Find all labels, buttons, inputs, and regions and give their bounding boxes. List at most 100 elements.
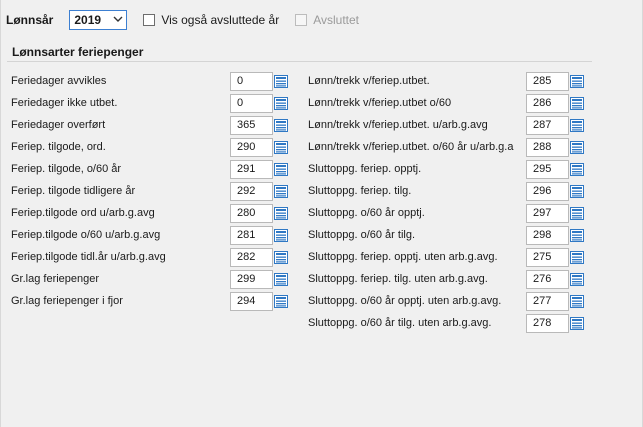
show-closed-years-checkbox[interactable]: Vis også avsluttede år [143, 13, 279, 27]
field-label: Sluttoppg. o/60 år tilg. [308, 229, 416, 241]
checkbox-box-disabled [295, 14, 308, 26]
list-lookup-icon[interactable] [273, 139, 289, 155]
field-label: Lønn/trekk v/feriep.utbet. o/60 år u/arb… [308, 141, 514, 153]
section-divider [7, 61, 592, 62]
field-row: Lønn/trekk v/feriep.utbet o/60 286 [308, 93, 587, 113]
code-input[interactable]: 275 [526, 247, 569, 267]
list-lookup-icon[interactable] [273, 95, 289, 111]
chevron-down-icon [113, 14, 123, 26]
field-label: Feriep. tilgode, o/60 år [11, 163, 122, 175]
field-label: Sluttoppg. feriep. opptj. [308, 163, 422, 175]
code-input[interactable]: 285 [526, 71, 569, 91]
list-lookup-icon[interactable] [569, 73, 585, 89]
year-select-value: 2019 [74, 13, 102, 27]
code-input[interactable]: 297 [526, 203, 569, 223]
list-lookup-icon[interactable] [569, 227, 585, 243]
field-row: Feriep. tilgode tidligere år 292 [11, 181, 291, 201]
field-label: Sluttoppg. feriep. tilg. [308, 185, 412, 197]
year-toolbar: Lønnsår 2019 Vis også avsluttede år Avsl… [6, 9, 359, 31]
field-label: Sluttoppg. o/60 år opptj. uten arb.g.avg… [308, 295, 502, 307]
list-lookup-icon[interactable] [273, 73, 289, 89]
field-row: Lønn/trekk v/feriep.utbet. u/arb.g.avg 28… [308, 115, 587, 135]
field-row: Sluttoppg. feriep. tilg. uten arb.g.avg.… [308, 269, 587, 289]
field-row: Feriep. tilgode, ord. 290 [11, 137, 291, 157]
field-row: Feriep. tilgode, o/60 år 291 [11, 159, 291, 179]
field-label: Feriep. tilgode tidligere år [11, 185, 136, 197]
list-lookup-icon[interactable] [273, 205, 289, 221]
field-label: Sluttoppg. feriep. opptj. uten arb.g.avg… [308, 251, 498, 263]
field-row: Lønn/trekk v/feriep.utbet. 285 [308, 71, 587, 91]
field-label: Feriep.tilgode tidl.år u/arb.g.avg [11, 251, 166, 263]
code-input[interactable]: 277 [526, 291, 569, 311]
list-lookup-icon[interactable] [569, 205, 585, 221]
list-lookup-icon[interactable] [273, 227, 289, 243]
year-select[interactable]: 2019 [69, 10, 128, 30]
list-lookup-icon[interactable] [273, 117, 289, 133]
list-lookup-icon[interactable] [273, 161, 289, 177]
field-row: Feriep.tilgode ord u/arb.g.avg 280 [11, 203, 291, 223]
list-lookup-icon[interactable] [569, 95, 585, 111]
field-label: Feriedager overført [11, 119, 106, 131]
field-label: Feriep. tilgode, ord. [11, 141, 106, 153]
code-input[interactable]: 0 [230, 71, 273, 91]
field-label: Sluttoppg. o/60 år tilg. uten arb.g.avg. [308, 317, 492, 329]
field-label: Lønn/trekk v/feriep.utbet o/60 [308, 97, 452, 109]
field-row: Sluttoppg. o/60 år opptj. uten arb.g.avg… [308, 291, 587, 311]
list-lookup-icon[interactable] [273, 183, 289, 199]
list-lookup-icon[interactable] [569, 139, 585, 155]
code-input[interactable]: 288 [526, 137, 569, 157]
field-label: Feriep.tilgode o/60 u/arb.g.avg [11, 229, 161, 241]
field-label: Feriep.tilgode ord u/arb.g.avg [11, 207, 155, 219]
list-lookup-icon[interactable] [569, 293, 585, 309]
field-label: Feriedager ikke utbet. [11, 97, 118, 109]
field-row: Feriep.tilgode tidl.år u/arb.g.avg 282 [11, 247, 291, 267]
code-input[interactable]: 281 [230, 225, 273, 245]
code-input[interactable]: 286 [526, 93, 569, 113]
field-row: Sluttoppg. feriep. opptj. uten arb.g.avg… [308, 247, 587, 267]
code-input[interactable]: 365 [230, 115, 273, 135]
field-row: Gr.lag feriepenger 299 [11, 269, 291, 289]
field-label: Gr.lag feriepenger i fjor [11, 295, 123, 307]
window-border-left [0, 0, 1, 427]
field-label: Lønn/trekk v/feriep.utbet. u/arb.g.avg [308, 119, 488, 131]
code-input[interactable]: 280 [230, 203, 273, 223]
list-lookup-icon[interactable] [569, 249, 585, 265]
checkbox-box[interactable] [143, 14, 156, 26]
code-input[interactable]: 298 [526, 225, 569, 245]
code-input[interactable]: 282 [230, 247, 273, 267]
field-row: Feriedager overført 365 [11, 115, 291, 135]
code-input[interactable]: 0 [230, 93, 273, 113]
code-input[interactable]: 276 [526, 269, 569, 289]
field-row: Feriep.tilgode o/60 u/arb.g.avg 281 [11, 225, 291, 245]
code-input[interactable]: 296 [526, 181, 569, 201]
code-input[interactable]: 294 [230, 291, 273, 311]
list-lookup-icon[interactable] [569, 315, 585, 331]
show-closed-years-label: Vis også avsluttede år [161, 13, 280, 27]
closed-label: Avsluttet [313, 13, 360, 27]
list-lookup-icon[interactable] [569, 117, 585, 133]
field-row: Sluttoppg. o/60 år tilg. 298 [308, 225, 587, 245]
code-input[interactable]: 278 [526, 313, 569, 333]
section-title: Lønnsarter feriepenger [12, 45, 144, 59]
code-input[interactable]: 291 [230, 159, 273, 179]
field-label: Lønn/trekk v/feriep.utbet. [308, 75, 430, 87]
list-lookup-icon[interactable] [273, 293, 289, 309]
code-input[interactable]: 295 [526, 159, 569, 179]
field-label: Sluttoppg. feriep. tilg. uten arb.g.avg. [308, 273, 488, 285]
field-row: Sluttoppg. feriep. opptj. 295 [308, 159, 587, 179]
code-input[interactable]: 290 [230, 137, 273, 157]
list-lookup-icon[interactable] [569, 183, 585, 199]
field-label: Sluttoppg. o/60 år opptj. [308, 207, 425, 219]
code-input[interactable]: 287 [526, 115, 569, 135]
field-row: Sluttoppg. feriep. tilg. 296 [308, 181, 587, 201]
field-row: Feriedager ikke utbet. 0 [11, 93, 291, 113]
field-row: Feriedager avvikles 0 [11, 71, 291, 91]
closed-checkbox: Avsluttet [295, 13, 359, 27]
list-lookup-icon[interactable] [273, 249, 289, 265]
field-label: Gr.lag feriepenger [11, 273, 100, 285]
code-input[interactable]: 299 [230, 269, 273, 289]
code-input[interactable]: 292 [230, 181, 273, 201]
list-lookup-icon[interactable] [569, 271, 585, 287]
list-lookup-icon[interactable] [569, 161, 585, 177]
list-lookup-icon[interactable] [273, 271, 289, 287]
